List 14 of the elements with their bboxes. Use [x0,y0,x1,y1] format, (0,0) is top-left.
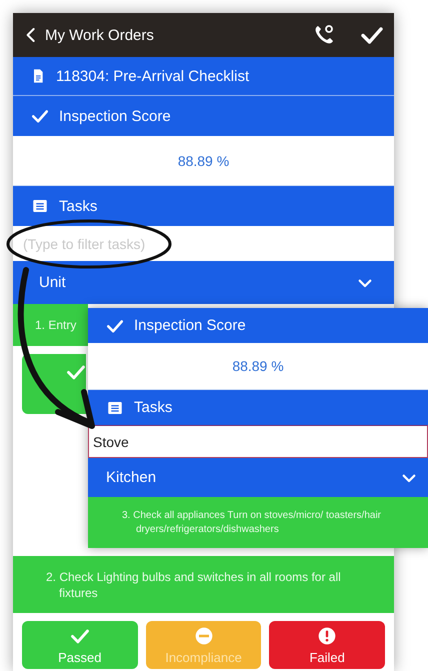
tasks-title: Tasks [134,399,172,416]
failed-button[interactable]: Failed [269,621,386,669]
inspection-score-title: Inspection Score [59,108,171,124]
list-icon [31,197,49,215]
group-header[interactable]: Kitchen [88,458,428,497]
back-button[interactable]: My Work Orders [21,22,156,48]
tasks-title: Tasks [59,198,98,214]
work-order-title: 118304: Pre-Arrival Checklist [56,68,250,84]
minus-circle-icon [194,626,214,646]
inspection-score-title: Inspection Score [134,317,246,334]
exclamation-circle-icon [317,626,338,646]
filter-field[interactable]: Stove [88,425,428,458]
group-header[interactable]: Unit [13,261,394,304]
check-icon [31,107,49,125]
